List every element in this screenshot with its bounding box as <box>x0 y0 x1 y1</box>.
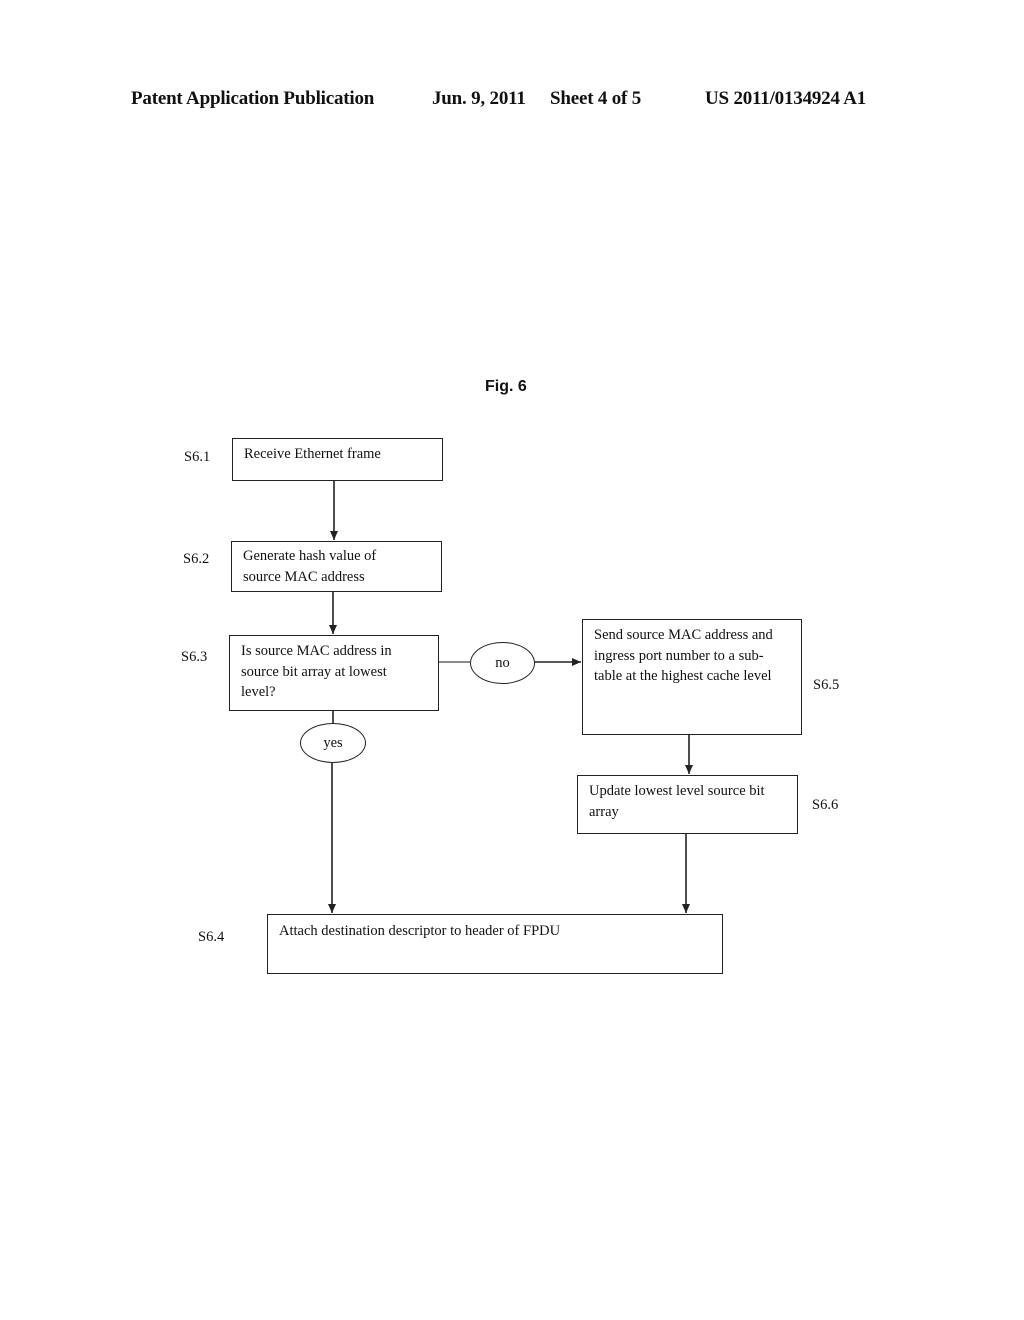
box-text-line: array <box>589 803 619 820</box>
box-text-line: Generate hash value of <box>243 548 377 564</box>
box-text-line: Update lowest level source bit <box>589 783 765 799</box>
decision-no-oval: no <box>470 642 535 684</box>
step-label-s6-1: S6.1 <box>184 449 211 465</box>
process-box-receive-frame: Receive Ethernet frame <box>232 438 443 481</box>
box-text-line: Is source MAC address in <box>241 643 392 659</box>
box-text-line: table at the highest cache level <box>594 668 772 684</box>
box-text-line: source bit array at lowest <box>241 663 387 680</box>
publication-type: Patent Application Publication <box>131 88 375 109</box>
decision-yes-oval: yes <box>300 723 366 763</box>
publication-number: US 2011/0134924 A1 <box>705 88 867 109</box>
process-box-update-bit-array: Update lowest level source bit array <box>577 775 798 834</box>
sheet-number: Sheet 4 of 5 <box>550 88 642 109</box>
box-text: Attach destination descriptor to header … <box>279 923 561 939</box>
decision-box-mac-in-bit-array: Is source MAC address in source bit arra… <box>229 635 439 711</box>
figure-title: Fig. 6 <box>485 378 527 395</box>
step-label-s6-5: S6.5 <box>813 677 840 693</box>
box-text-line: level? <box>241 684 276 700</box>
box-text-line: ingress port number to a sub- <box>594 647 764 664</box>
box-text-line: Send source MAC address and <box>594 627 773 643</box>
process-box-generate-hash: Generate hash value of source MAC addres… <box>231 541 442 592</box>
process-box-send-to-subtable: Send source MAC address and ingress port… <box>582 619 802 735</box>
publication-date: Jun. 9, 2011 <box>432 88 526 109</box>
step-label-s6-6: S6.6 <box>812 797 839 813</box>
step-label-s6-4: S6.4 <box>198 929 225 945</box>
step-label-s6-3: S6.3 <box>181 649 208 665</box>
step-label-s6-2: S6.2 <box>183 551 210 567</box>
box-text: Receive Ethernet frame <box>244 446 381 462</box>
box-text-line: source MAC address <box>243 568 365 585</box>
decision-yes-label: yes <box>323 734 343 751</box>
process-box-attach-descriptor: Attach destination descriptor to header … <box>267 914 723 974</box>
decision-no-label: no <box>495 654 510 671</box>
